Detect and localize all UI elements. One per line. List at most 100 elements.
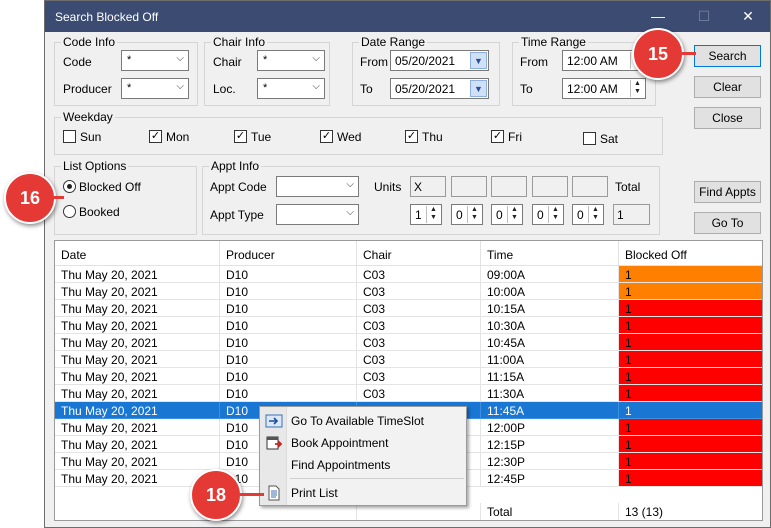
go-to-button[interactable]: Go To xyxy=(694,212,761,234)
table-row[interactable]: Thu May 20, 2021 D10 C03 10:45A 1 xyxy=(55,334,762,351)
total-box: 1 xyxy=(613,204,650,225)
callout-16: 16 xyxy=(4,172,56,224)
cell-text: Thu May 20, 2021 xyxy=(61,353,158,367)
column-header-producer[interactable]: Producer xyxy=(220,241,357,266)
wed-checkbox[interactable]: ✓ xyxy=(320,130,333,143)
menu-item-print-list[interactable]: Print List xyxy=(260,482,466,504)
cell-producer: D10 xyxy=(220,317,357,334)
cell-text: Thu May 20, 2021 xyxy=(61,302,158,316)
thu-checkbox[interactable]: ✓ xyxy=(405,130,418,143)
spinner-arrows-icon[interactable]: ▲▼ xyxy=(467,206,481,223)
loc-select[interactable]: * ⌵ xyxy=(257,78,325,99)
cell-text: D10 xyxy=(226,353,249,367)
cell-blocked: 1 xyxy=(619,300,762,317)
producer-select[interactable]: * ⌵ xyxy=(121,78,189,99)
cell-text: D10 xyxy=(226,370,249,384)
cell-blocked: 1 xyxy=(619,368,762,385)
cell-chair: C03 xyxy=(357,334,481,351)
sat-checkbox[interactable] xyxy=(583,132,596,145)
spinner-arrows-icon[interactable]: ▲▼ xyxy=(426,206,440,223)
column-header-date[interactable]: Date xyxy=(55,241,220,266)
appt-type-select[interactable]: ⌵ xyxy=(276,204,359,225)
time-to-label: To xyxy=(520,82,533,96)
chair-select[interactable]: * ⌵ xyxy=(257,50,325,71)
unit-spinner-5[interactable]: 0 ▲ ▼ xyxy=(572,204,604,225)
cell-text: 1 xyxy=(625,353,632,367)
appt-code-select[interactable]: ⌵ xyxy=(276,176,359,197)
cell-date: Thu May 20, 2021 xyxy=(55,385,220,402)
sun-checkbox[interactable] xyxy=(63,130,76,143)
cell-time: 12:15P xyxy=(481,436,619,453)
cell-text: 1 xyxy=(625,438,632,452)
unit-spinner-1[interactable]: 1 ▲ ▼ xyxy=(410,204,442,225)
time-to-spinner[interactable]: 12:00 AM ▲ ▼ xyxy=(562,78,646,99)
cell-text: 1 xyxy=(625,421,632,435)
table-row[interactable]: Thu May 20, 2021 D10 C03 10:00A 1 xyxy=(55,283,762,300)
cell-text: Thu May 20, 2021 xyxy=(61,319,158,333)
cell-text: Thu May 20, 2021 xyxy=(61,268,158,282)
cell-date: Thu May 20, 2021 xyxy=(55,368,220,385)
units-label: Units xyxy=(374,180,402,194)
loc-value: * xyxy=(263,82,268,94)
clear-button[interactable]: Clear xyxy=(694,76,761,98)
column-header-time[interactable]: Time xyxy=(481,241,619,266)
table-row[interactable]: Thu May 20, 2021 D10 C03 10:15A 1 xyxy=(55,300,762,317)
fri-label: Fri xyxy=(508,130,522,144)
find-appts-button[interactable]: Find Appts xyxy=(694,181,761,203)
chevron-down-icon: ⌵ xyxy=(312,81,320,92)
unit-spinner-2[interactable]: 0 ▲ ▼ xyxy=(451,204,483,225)
search-button[interactable]: Search xyxy=(694,45,761,67)
date-from-label: From xyxy=(360,55,388,69)
unit-spinner-4[interactable]: 0 ▲ ▼ xyxy=(532,204,564,225)
column-header-blocked-off[interactable]: Blocked Off xyxy=(619,241,762,266)
cell-time: 12:45P xyxy=(481,470,619,487)
column-header-chair[interactable]: Chair xyxy=(357,241,481,266)
callout-15-pointer xyxy=(682,52,696,55)
spinner-arrows-icon[interactable]: ▲▼ xyxy=(548,206,562,223)
close-window-icon[interactable]: ✕ xyxy=(725,1,771,32)
total-value: 1 xyxy=(617,208,624,222)
spinner-arrows-icon[interactable]: ▲▼ xyxy=(507,206,521,223)
cell-text: 1 xyxy=(625,404,632,418)
date-from-picker[interactable]: 05/20/2021 ▼ xyxy=(390,50,489,71)
spinner-arrows-icon[interactable]: ▲▼ xyxy=(630,80,644,97)
table-row[interactable]: Thu May 20, 2021 D10 C03 11:15A 1 xyxy=(55,368,762,385)
cell-text: D10 xyxy=(226,404,249,418)
calendar-dropdown-icon[interactable]: ▼ xyxy=(470,52,487,69)
close-button[interactable]: Close xyxy=(694,107,761,129)
menu-item-label: Go To Available TimeSlot xyxy=(291,414,424,428)
cell-chair: C03 xyxy=(357,266,481,283)
chair-label: Chair xyxy=(213,55,242,69)
cell-text: Thu May 20, 2021 xyxy=(61,455,158,469)
table-row[interactable]: Thu May 20, 2021 D10 C03 11:30A 1 xyxy=(55,385,762,402)
sat-label: Sat xyxy=(600,132,619,146)
unit-spinner-value: 0 xyxy=(496,208,503,222)
menu-item-book-appointment[interactable]: Book Appointment xyxy=(260,432,466,454)
table-row[interactable]: Thu May 20, 2021 D10 C03 10:30A 1 xyxy=(55,317,762,334)
goto-timeslot-icon xyxy=(265,413,283,429)
date-to-picker[interactable]: 05/20/2021 ▼ xyxy=(390,78,489,99)
mon-checkbox[interactable]: ✓ xyxy=(149,130,162,143)
booked-radio[interactable] xyxy=(63,205,76,218)
cell-text: 1 xyxy=(625,472,632,486)
unit-spinner-value: 0 xyxy=(537,208,544,222)
table-row[interactable]: Thu May 20, 2021 D10 C03 11:00A 1 xyxy=(55,351,762,368)
cell-text: 12:00P xyxy=(487,421,526,435)
cell-time: 12:30P xyxy=(481,453,619,470)
unit-box-2 xyxy=(451,176,487,197)
menu-item-go-to-available-timeslot[interactable]: Go To Available TimeSlot xyxy=(260,410,466,432)
code-select[interactable]: * ⌵ xyxy=(121,50,189,71)
table-row[interactable]: Thu May 20, 2021 D10 C03 09:00A 1 xyxy=(55,266,762,283)
unit-spinner-value: 0 xyxy=(577,208,584,222)
cell-text: Thu May 20, 2021 xyxy=(61,421,158,435)
spinner-arrows-icon[interactable]: ▲▼ xyxy=(588,206,602,223)
time-from-value: 12:00 AM xyxy=(567,54,618,68)
cell-date: Thu May 20, 2021 xyxy=(55,266,220,283)
calendar-dropdown-icon[interactable]: ▼ xyxy=(470,80,487,97)
unit-spinner-3[interactable]: 0 ▲ ▼ xyxy=(491,204,523,225)
blocked-off-radio[interactable] xyxy=(63,180,76,193)
window-title: Search Blocked Off xyxy=(55,10,159,24)
menu-item-find-appointments[interactable]: Find Appointments xyxy=(260,454,466,476)
fri-checkbox[interactable]: ✓ xyxy=(491,130,504,143)
tue-checkbox[interactable]: ✓ xyxy=(234,130,247,143)
